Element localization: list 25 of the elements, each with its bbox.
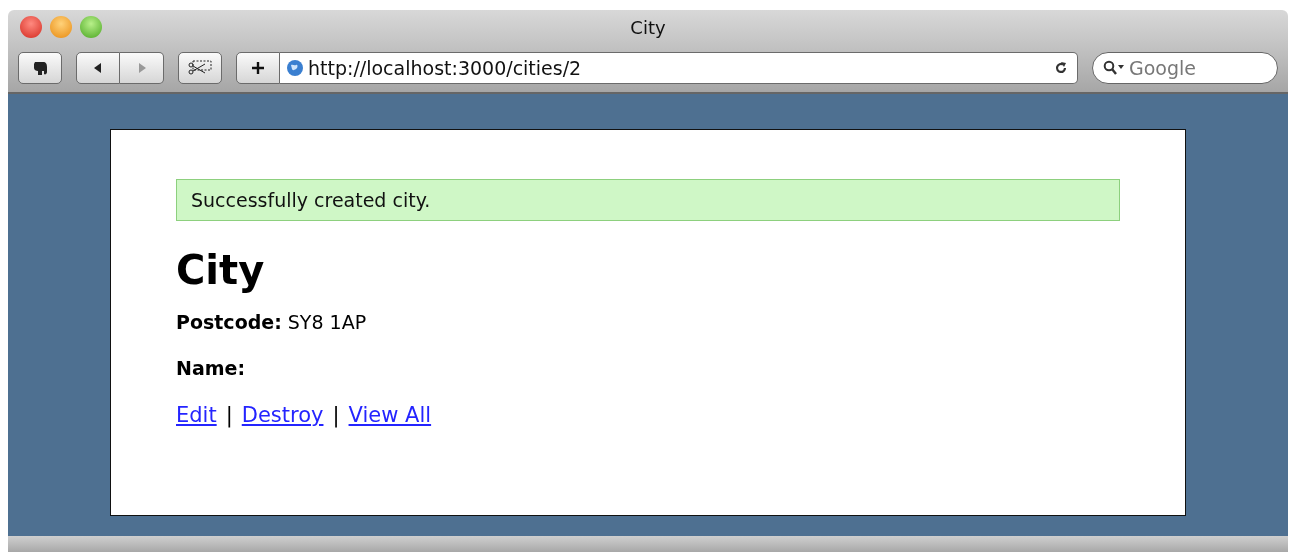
- link-separator: |: [225, 403, 233, 427]
- globe-icon: [286, 59, 304, 77]
- forward-button[interactable]: [120, 52, 164, 84]
- scissors-icon: [187, 60, 213, 76]
- reload-icon[interactable]: [1053, 60, 1069, 76]
- elephant-button[interactable]: [18, 52, 62, 84]
- field-label: Name:: [176, 357, 245, 379]
- flash-message: Successfully created city.: [176, 179, 1120, 221]
- window-title: City: [629, 16, 667, 38]
- page-link[interactable]: Destroy: [241, 403, 324, 427]
- plus-icon: [251, 61, 265, 75]
- link-separator: |: [332, 403, 340, 427]
- page-link[interactable]: View All: [348, 403, 432, 427]
- address-field[interactable]: http://localhost:3000/cities/2: [280, 52, 1078, 84]
- field-value: SY8 1AP: [287, 311, 367, 333]
- search-field[interactable]: Google: [1092, 52, 1278, 84]
- add-bookmark-button[interactable]: [236, 52, 280, 84]
- back-icon: [92, 62, 104, 74]
- back-button[interactable]: [76, 52, 120, 84]
- page-link[interactable]: Edit: [176, 403, 217, 427]
- page-heading: City: [176, 247, 266, 293]
- close-button[interactable]: [20, 16, 42, 38]
- field-label: Postcode:: [176, 311, 282, 333]
- snippet-button[interactable]: [178, 52, 222, 84]
- search-icon: [1103, 60, 1125, 76]
